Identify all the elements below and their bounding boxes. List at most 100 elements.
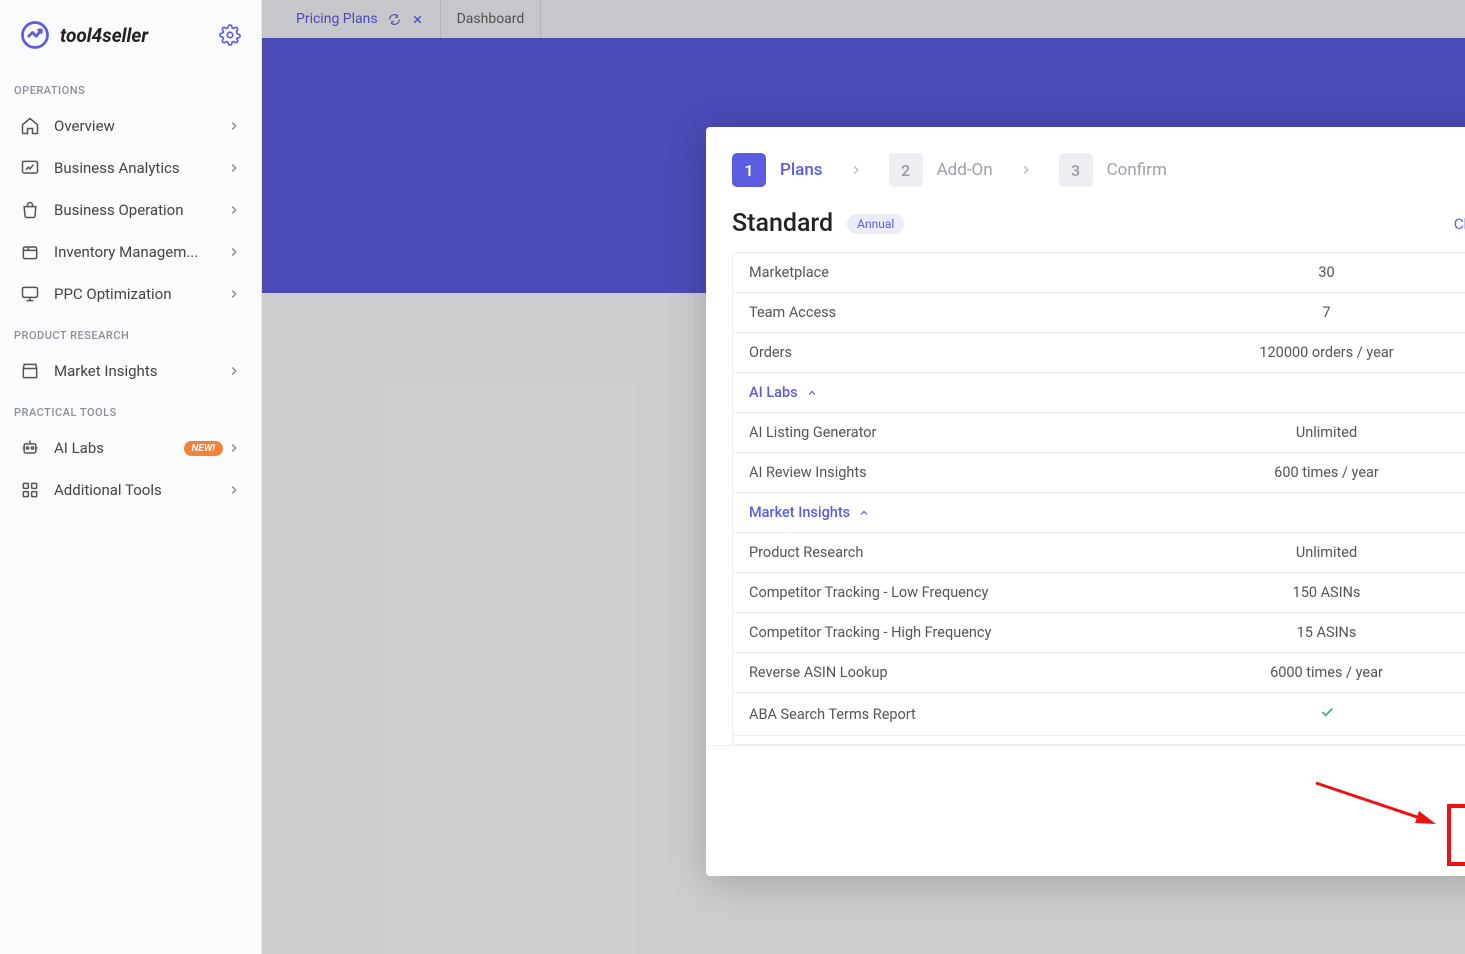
sidebar-item-business-analytics[interactable]: Business Analytics <box>6 148 255 188</box>
feature-value: Unlimited <box>1079 544 1465 561</box>
chevron-right-icon <box>227 245 241 259</box>
feature-group-label: Market Insights <box>749 504 850 521</box>
feature-label: Reverse ASIN Lookup <box>749 664 1079 681</box>
feature-group-market-insights[interactable]: Market Insights <box>733 493 1465 533</box>
step-label: Confirm <box>1107 160 1167 180</box>
new-badge: NEW! <box>184 441 223 456</box>
feature-row: Competitor Tracking - High Frequency15 A… <box>733 613 1465 653</box>
settings-gear-icon[interactable] <box>219 24 241 46</box>
step-plans[interactable]: 1 Plans <box>732 153 823 187</box>
feature-row: Team Access7 <box>733 293 1465 333</box>
feature-row: AI Listing GeneratorUnlimited <box>733 413 1465 453</box>
feature-row: ASIN KeywordUnlimited <box>733 736 1465 745</box>
step-label: Add-On <box>937 160 993 180</box>
sidebar-item-label: Overview <box>54 117 227 135</box>
chevron-right-icon <box>1019 163 1033 177</box>
sidebar-item-label: Additional Tools <box>54 481 227 499</box>
step-addon[interactable]: 2 Add-On <box>889 153 993 187</box>
feature-label: Orders <box>749 344 1079 361</box>
feature-value: 120000 orders / year <box>1079 344 1465 361</box>
feature-label: AI Listing Generator <box>749 424 1079 441</box>
annotation-arrow-icon <box>1311 778 1441 828</box>
bag-icon <box>20 200 40 220</box>
chevron-right-icon <box>227 441 241 455</box>
feature-row: ABA Search Terms Report <box>733 693 1465 736</box>
feature-value: 600 times / year <box>1079 464 1465 481</box>
brand-name: tool4seller <box>60 24 148 47</box>
step-confirm[interactable]: 3 Confirm <box>1059 153 1167 187</box>
chevron-right-icon <box>227 364 241 378</box>
chevron-right-icon <box>227 287 241 301</box>
step-number: 3 <box>1059 153 1093 187</box>
chevron-right-icon <box>227 203 241 217</box>
robot-icon <box>20 438 40 458</box>
feature-label: Team Access <box>749 304 1079 321</box>
section-label-operations: OPERATIONS <box>0 70 261 105</box>
feature-value: Unlimited <box>1079 424 1465 441</box>
sidebar-item-label: Inventory Managem... <box>54 243 227 261</box>
feature-value: 150 ASINs <box>1079 584 1465 601</box>
feature-row: Competitor Tracking - Low Frequency150 A… <box>733 573 1465 613</box>
pricing-modal: 1 Plans 2 Add-On 3 Confirm <box>706 127 1465 876</box>
feature-value: 7 <box>1079 304 1465 321</box>
step-label: Plans <box>780 160 823 180</box>
chevron-up-icon <box>858 507 870 519</box>
feature-label: Product Research <box>749 544 1079 561</box>
feature-group-ai-labs[interactable]: AI Labs <box>733 373 1465 413</box>
step-number: 2 <box>889 153 923 187</box>
sidebar-item-ai-labs[interactable]: AI Labs NEW! <box>6 428 255 468</box>
shop-icon <box>20 361 40 381</box>
annotation-highlight-box <box>1447 804 1465 866</box>
feature-value: 6000 times / year <box>1079 664 1465 681</box>
sidebar-item-label: Market Insights <box>54 362 227 380</box>
monitor-icon <box>20 284 40 304</box>
box-icon <box>20 242 40 262</box>
feature-label: Marketplace <box>749 264 1079 281</box>
billing-period-badge: Annual <box>847 214 904 234</box>
feature-row: AI Review Insights600 times / year <box>733 453 1465 493</box>
change-subscription-link[interactable]: Change subscription <box>1454 215 1465 233</box>
sidebar-item-additional-tools[interactable]: Additional Tools <box>6 470 255 510</box>
feature-row: Reverse ASIN Lookup6000 times / year <box>733 653 1465 693</box>
feature-label: Competitor Tracking - Low Frequency <box>749 584 1079 601</box>
feature-row: Marketplace30 <box>733 253 1465 293</box>
chevron-right-icon <box>849 163 863 177</box>
feature-row: Product ResearchUnlimited <box>733 533 1465 573</box>
modal-footer: Total : $ 799 Next <box>706 745 1465 876</box>
feature-label: Competitor Tracking - High Frequency <box>749 624 1079 641</box>
feature-group-label: AI Labs <box>749 384 798 401</box>
feature-label: AI Review Insights <box>749 464 1079 481</box>
chevron-right-icon <box>227 161 241 175</box>
brand-logo-icon <box>20 20 50 50</box>
sidebar: tool4seller OPERATIONS Overview Business… <box>0 0 262 954</box>
home-icon <box>20 116 40 136</box>
plan-name: Standard <box>732 209 833 238</box>
feature-value: 15 ASINs <box>1079 624 1465 641</box>
grid-icon <box>20 480 40 500</box>
section-label-practical-tools: PRACTICAL TOOLS <box>0 392 261 427</box>
check-icon <box>1319 704 1335 720</box>
step-bar: 1 Plans 2 Add-On 3 Confirm <box>732 153 1465 187</box>
chevron-right-icon <box>227 119 241 133</box>
sidebar-item-label: AI Labs <box>54 439 184 457</box>
brand-logo-block[interactable]: tool4seller <box>20 20 148 50</box>
feature-label: ABA Search Terms Report <box>749 706 1079 723</box>
sidebar-item-label: Business Operation <box>54 201 227 219</box>
chevron-right-icon <box>227 483 241 497</box>
chevron-up-icon <box>806 387 818 399</box>
feature-value: 30 <box>1079 264 1465 281</box>
feature-list[interactable]: Marketplace30 Team Access7 Orders120000 … <box>732 252 1465 745</box>
sidebar-item-market-insights[interactable]: Market Insights <box>6 351 255 391</box>
feature-row: Orders120000 orders / year <box>733 333 1465 373</box>
sidebar-item-overview[interactable]: Overview <box>6 106 255 146</box>
analytics-icon <box>20 158 40 178</box>
sidebar-item-label: PPC Optimization <box>54 285 227 303</box>
sidebar-item-label: Business Analytics <box>54 159 227 177</box>
step-number: 1 <box>732 153 766 187</box>
sidebar-item-ppc-optimization[interactable]: PPC Optimization <box>6 274 255 314</box>
feature-value <box>1079 704 1465 724</box>
sidebar-item-inventory-management[interactable]: Inventory Managem... <box>6 232 255 272</box>
section-label-product-research: PRODUCT RESEARCH <box>0 315 261 350</box>
main-area: Pricing Plans Dashboard Our Pricing 1 <box>262 0 1465 954</box>
sidebar-item-business-operation[interactable]: Business Operation <box>6 190 255 230</box>
